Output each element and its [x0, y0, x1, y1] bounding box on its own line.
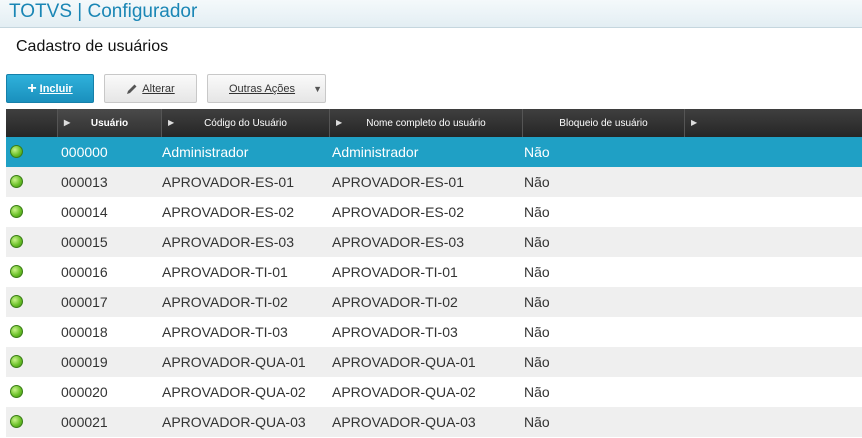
column-header-label: Usuário	[90, 117, 129, 129]
include-button[interactable]: + Incluir	[6, 74, 94, 103]
cell-usuario: 000018	[61, 324, 108, 340]
cell-nome: Administrador	[332, 144, 419, 160]
column-arrow-icon: ▶	[336, 118, 343, 127]
cell-usuario: 000017	[61, 294, 108, 310]
cell-codigo: APROVADOR-QUA-03	[162, 414, 306, 430]
cell-usuario: 000019	[61, 354, 108, 370]
table-row[interactable]: 000018 APROVADOR-TI-03 APROVADOR-TI-03 N…	[6, 317, 862, 347]
cell-bloqueio: Não	[524, 294, 550, 310]
status-dot-icon	[10, 295, 23, 308]
column-header-usuario[interactable]: ▶ Usuário	[57, 109, 161, 137]
table-row[interactable]: 000020 APROVADOR-QUA-02 APROVADOR-QUA-02…	[6, 377, 862, 407]
include-button-label: Incluir	[39, 82, 73, 95]
grid-header: ▶ Usuário ▶ Código do Usuário ▶ Nome com…	[6, 109, 862, 137]
cell-codigo: APROVADOR-TI-03	[162, 324, 288, 340]
cell-nome: APROVADOR-TI-02	[332, 294, 458, 310]
status-dot-icon	[10, 175, 23, 188]
column-header-label: Código do Usuário	[204, 117, 287, 129]
cell-nome: APROVADOR-QUA-03	[332, 414, 476, 430]
cell-bloqueio: Não	[524, 324, 550, 340]
cell-nome: APROVADOR-ES-03	[332, 234, 464, 250]
status-column-header[interactable]	[6, 109, 57, 137]
table-row[interactable]: 000017 APROVADOR-TI-02 APROVADOR-TI-02 N…	[6, 287, 862, 317]
plus-icon: +	[27, 79, 37, 97]
cell-nome: APROVADOR-QUA-02	[332, 384, 476, 400]
other-actions-label: Outras Ações	[229, 82, 296, 95]
cell-usuario: 000015	[61, 234, 108, 250]
cell-bloqueio: Não	[524, 264, 550, 280]
cell-usuario: 000014	[61, 204, 108, 220]
cell-bloqueio: Não	[524, 174, 550, 190]
table-row[interactable]: 000016 APROVADOR-TI-01 APROVADOR-TI-01 N…	[6, 257, 862, 287]
cell-nome: APROVADOR-ES-02	[332, 204, 464, 220]
cell-nome: APROVADOR-TI-01	[332, 264, 458, 280]
cell-bloqueio: Não	[524, 414, 550, 430]
app-title-bar: TOTVS | Configurador	[0, 0, 862, 28]
cell-codigo: Administrador	[162, 144, 249, 160]
status-dot-icon	[10, 235, 23, 248]
column-arrow-icon: ▶	[64, 118, 71, 127]
app-title: TOTVS | Configurador	[9, 1, 198, 22]
table-row[interactable]: 000000 Administrador Administrador Não	[6, 137, 862, 167]
cell-codigo: APROVADOR-QUA-02	[162, 384, 306, 400]
status-dot-icon	[10, 325, 23, 338]
users-grid: ▶ Usuário ▶ Código do Usuário ▶ Nome com…	[6, 109, 862, 437]
status-dot-icon	[10, 385, 23, 398]
column-header-label: Nome completo do usuário	[366, 117, 486, 129]
cell-codigo: APROVADOR-ES-03	[162, 234, 294, 250]
table-row[interactable]: 000015 APROVADOR-ES-03 APROVADOR-ES-03 N…	[6, 227, 862, 257]
caret-down-icon: ▼	[313, 84, 322, 94]
status-dot-icon	[10, 205, 23, 218]
table-row[interactable]: 000014 APROVADOR-ES-02 APROVADOR-ES-02 N…	[6, 197, 862, 227]
column-header-codigo[interactable]: ▶ Código do Usuário	[161, 109, 329, 137]
cell-codigo: APROVADOR-TI-01	[162, 264, 288, 280]
alter-button[interactable]: Alterar	[104, 74, 197, 103]
column-header-extra[interactable]: ▶	[684, 109, 862, 137]
table-row[interactable]: 000013 APROVADOR-ES-01 APROVADOR-ES-01 N…	[6, 167, 862, 197]
cell-bloqueio: Não	[524, 234, 550, 250]
cell-codigo: APROVADOR-TI-02	[162, 294, 288, 310]
cell-bloqueio: Não	[524, 354, 550, 370]
cell-usuario: 000016	[61, 264, 108, 280]
cell-bloqueio: Não	[524, 384, 550, 400]
pencil-icon	[127, 84, 137, 94]
cell-usuario: 000020	[61, 384, 108, 400]
status-dot-icon	[10, 145, 23, 158]
cell-bloqueio: Não	[524, 144, 550, 160]
table-row[interactable]: 000021 APROVADOR-QUA-03 APROVADOR-QUA-03…	[6, 407, 862, 437]
column-header-nome[interactable]: ▶ Nome completo do usuário	[329, 109, 522, 137]
grid-body: 000000 Administrador Administrador Não 0…	[6, 137, 862, 437]
table-row[interactable]: 000019 APROVADOR-QUA-01 APROVADOR-QUA-01…	[6, 347, 862, 377]
cell-nome: APROVADOR-QUA-01	[332, 354, 476, 370]
cell-usuario: 000000	[61, 144, 108, 160]
cell-codigo: APROVADOR-QUA-01	[162, 354, 306, 370]
status-dot-icon	[10, 265, 23, 278]
alter-button-label: Alterar	[142, 82, 175, 95]
other-actions-button[interactable]: Outras Ações ▼	[207, 74, 326, 103]
column-header-label: Bloqueio de usuário	[559, 117, 648, 129]
status-dot-icon	[10, 415, 23, 428]
page-title: Cadastro de usuários	[16, 38, 169, 55]
cell-usuario: 000021	[61, 414, 108, 430]
cell-usuario: 000013	[61, 174, 108, 190]
column-arrow-icon: ▶	[168, 118, 175, 127]
cell-nome: APROVADOR-ES-01	[332, 174, 464, 190]
column-header-bloqueio[interactable]: Bloqueio de usuário	[522, 109, 684, 137]
cell-codigo: APROVADOR-ES-01	[162, 174, 294, 190]
column-arrow-icon: ▶	[691, 118, 698, 127]
status-dot-icon	[10, 355, 23, 368]
cell-nome: APROVADOR-TI-03	[332, 324, 458, 340]
cell-codigo: APROVADOR-ES-02	[162, 204, 294, 220]
cell-bloqueio: Não	[524, 204, 550, 220]
